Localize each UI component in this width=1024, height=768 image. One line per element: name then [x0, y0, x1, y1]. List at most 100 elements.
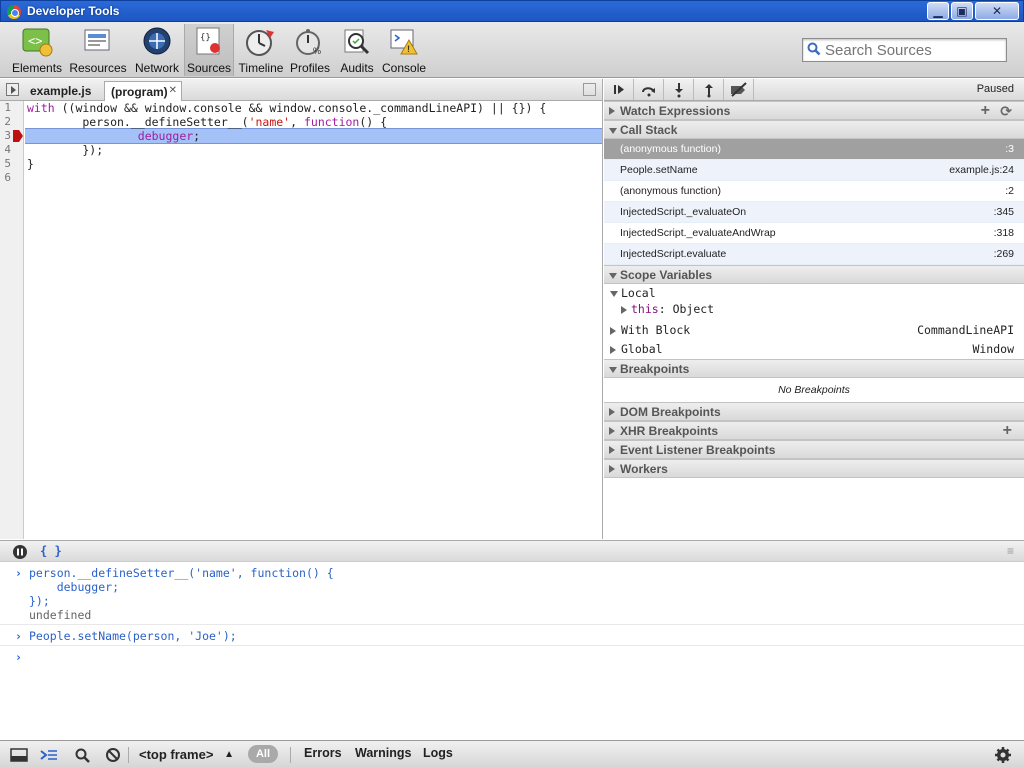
step-out-icon — [705, 84, 713, 98]
scope-with-block[interactable]: With Block CommandLineAPI — [604, 321, 1024, 340]
collapse-arrow-icon — [609, 367, 617, 373]
call-stack-header[interactable]: Call Stack — [604, 120, 1024, 139]
line-number[interactable]: 2 — [0, 115, 23, 129]
clear-console-button[interactable] — [102, 745, 124, 765]
call-frame[interactable]: (anonymous function):2 — [604, 181, 1024, 202]
search-input[interactable] — [825, 41, 1003, 59]
call-frame[interactable]: InjectedScript._evaluateOn:345 — [604, 202, 1024, 223]
line-number[interactable]: 5 — [0, 157, 23, 171]
pretty-print-icon[interactable]: { } — [40, 544, 62, 558]
sidebar-toggle-button[interactable] — [583, 83, 596, 96]
code-line: } — [27, 157, 34, 171]
tool-network[interactable]: Network — [134, 24, 180, 76]
code-line: with ((window && window.console && windo… — [25, 101, 602, 115]
minimize-button[interactable]: ▁ — [927, 2, 949, 20]
tool-audits[interactable]: Audits — [336, 24, 378, 76]
call-frame[interactable]: People.setName example.js:24 — [604, 160, 1024, 181]
scope-name: Global — [621, 342, 663, 356]
call-frame-location: :345 — [993, 206, 1014, 218]
tool-elements-label: Elements — [12, 61, 63, 75]
console-icon: ! — [387, 26, 421, 58]
add-xhr-breakpoint-icon[interactable]: + — [1003, 422, 1012, 440]
step-over-button[interactable] — [634, 79, 664, 100]
show-console-button[interactable] — [38, 745, 60, 765]
filter-all[interactable]: All — [248, 745, 278, 763]
section-title: Breakpoints — [620, 362, 690, 376]
tool-timeline[interactable]: Timeline — [238, 24, 284, 76]
tab-example-js[interactable]: example.js — [24, 81, 97, 101]
line-number[interactable]: 4 — [0, 143, 23, 157]
call-frame[interactable]: InjectedScript._evaluateAndWrap:318 — [604, 223, 1024, 244]
debugger-toolbar: Paused — [604, 79, 1024, 101]
workers-header[interactable]: Workers — [604, 459, 1024, 478]
console-panel[interactable]: › person.__defineSetter__('name', functio… — [0, 562, 1024, 740]
expand-arrow-icon — [609, 446, 615, 454]
watch-expressions-header[interactable]: Watch Expressions + ⟳ — [604, 101, 1024, 120]
event-listener-breakpoints-header[interactable]: Event Listener Breakpoints — [604, 440, 1024, 459]
tab-program[interactable]: (program) ✕ — [104, 81, 182, 101]
code-token: ((window && window.console && window.con… — [54, 101, 547, 115]
line-number[interactable]: 6 — [0, 171, 23, 185]
call-frame-name: People.setName — [620, 164, 698, 176]
tool-elements[interactable]: <> Elements — [12, 24, 62, 76]
tool-resources[interactable]: Resources — [68, 24, 128, 76]
dom-breakpoints-header[interactable]: DOM Breakpoints — [604, 402, 1024, 421]
tool-profiles[interactable]: % Profiles — [288, 24, 332, 76]
editor-tab-bar: example.js (program) ✕ — [0, 79, 602, 101]
window-controls: ▁ ▣ ✕ — [927, 2, 1019, 20]
add-watch-icon[interactable]: + — [981, 102, 990, 120]
line-number[interactable]: 1 — [0, 101, 23, 115]
scope-property-this[interactable]: this: Object — [604, 300, 1024, 319]
dock-button[interactable] — [8, 745, 30, 765]
step-over-icon — [642, 87, 655, 97]
filter-errors[interactable]: Errors — [304, 746, 342, 760]
scope-global[interactable]: Global Window — [604, 340, 1024, 359]
console-prompt-input[interactable]: › — [0, 650, 1024, 664]
code-line: person.__defineSetter__('name', function… — [25, 115, 602, 129]
section-title: Call Stack — [620, 123, 678, 137]
code-line-current: debugger; — [25, 128, 602, 144]
code-token: person.__defineSetter__( — [27, 115, 249, 129]
call-frame-name: InjectedScript._evaluateAndWrap — [620, 227, 776, 239]
search-icon — [807, 42, 821, 56]
frame-selector-value: <top frame> — [139, 747, 214, 762]
code-token: debugger — [137, 129, 194, 143]
drawer-resize-handle-icon[interactable]: ≡ — [1007, 544, 1014, 558]
collapse-arrow-icon — [609, 273, 617, 279]
scope-name: Local — [621, 286, 656, 300]
svg-text:!: ! — [407, 44, 410, 54]
tab-program-label: (program) — [111, 85, 168, 99]
scope-variables-header[interactable]: Scope Variables — [604, 265, 1024, 284]
breakpoints-header[interactable]: Breakpoints — [604, 359, 1024, 378]
step-into-button[interactable] — [664, 79, 694, 100]
source-editor: example.js (program) ✕ 1 2 3 4 5 6 with … — [0, 79, 603, 539]
deactivate-breakpoints-button[interactable] — [724, 79, 754, 100]
navigator-toggle-button[interactable] — [6, 83, 19, 96]
divider — [128, 747, 129, 763]
close-button[interactable]: ✕ — [975, 2, 1019, 20]
refresh-watch-icon[interactable]: ⟳ — [1000, 102, 1012, 120]
editor-tab-controls — [583, 83, 596, 96]
pause-on-exceptions-icon[interactable] — [12, 544, 28, 560]
filter-warnings[interactable]: Warnings — [355, 746, 411, 760]
filter-logs[interactable]: Logs — [423, 746, 453, 760]
no-breakpoints-message: No Breakpoints — [778, 384, 850, 396]
frame-selector[interactable]: <top frame> ▲ — [134, 745, 240, 765]
maximize-button[interactable]: ▣ — [951, 2, 973, 20]
tool-console[interactable]: ! Console — [382, 24, 426, 76]
section-title: Watch Expressions — [620, 104, 731, 118]
close-tab-icon[interactable]: ✕ — [169, 85, 177, 96]
xhr-breakpoints-header[interactable]: XHR Breakpoints + — [604, 421, 1024, 440]
resume-button[interactable] — [604, 79, 634, 100]
call-frame[interactable]: (anonymous function):3 — [604, 139, 1024, 160]
code-area[interactable]: with ((window && window.console && windo… — [25, 101, 602, 185]
step-out-button[interactable] — [694, 79, 724, 100]
settings-button[interactable] — [992, 745, 1014, 765]
inspect-search-button[interactable] — [72, 745, 94, 765]
sources-icon: {} — [192, 26, 226, 58]
call-frame[interactable]: InjectedScript.evaluate:269 — [604, 244, 1024, 265]
search-box[interactable] — [802, 38, 1007, 62]
tool-sources[interactable]: {} Sources — [184, 24, 234, 76]
property-separator: : — [658, 302, 673, 316]
